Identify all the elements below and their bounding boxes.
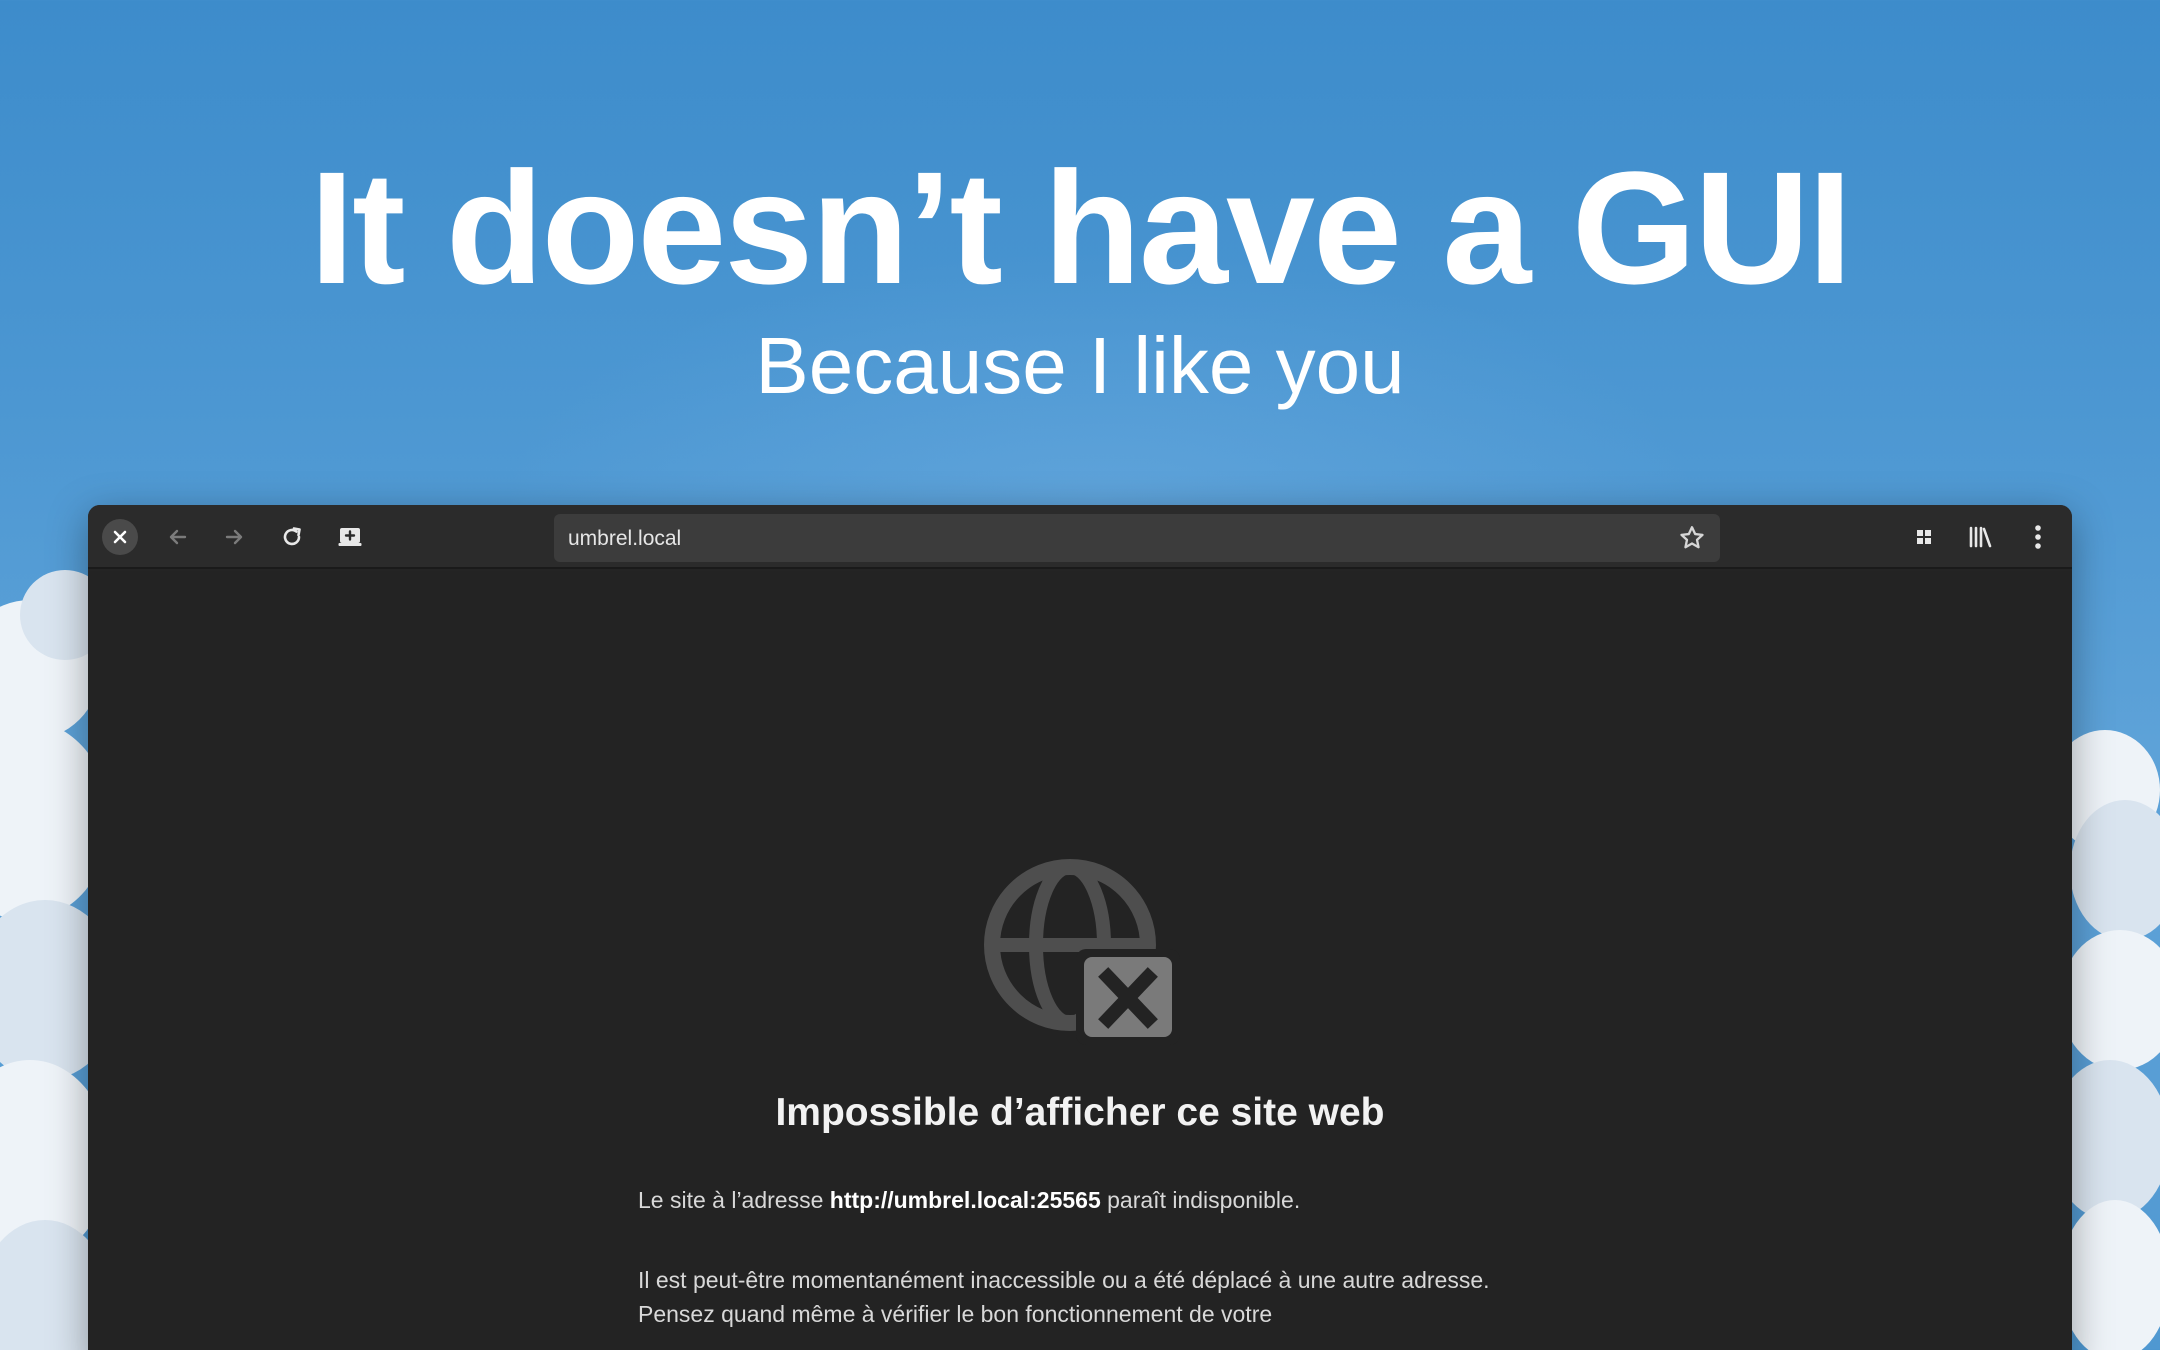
url-text[interactable]: umbrel.local [568,527,681,551]
add-tab-icon[interactable] [332,519,368,555]
kebab-menu-icon[interactable] [2020,519,2056,555]
library-icon[interactable] [1963,519,1999,555]
arrow-left-icon[interactable] [160,519,196,555]
error-suffix: paraît indisponible. [1100,1187,1301,1213]
star-icon[interactable] [1678,524,1706,552]
error-prefix: Le site à l’adresse [638,1187,830,1213]
arrow-right-icon[interactable] [216,519,252,555]
address-bar[interactable]: umbrel.local [554,514,1720,562]
browser-toolbar: umbrel.local [88,505,2072,569]
page-content: Impossible d’afficher ce site web Le sit… [88,571,2072,1350]
hero-title: It doesn’t have a GUI [309,138,1853,317]
reload-icon[interactable] [274,519,310,555]
grid-icon[interactable] [1906,519,1942,555]
close-icon[interactable] [102,519,138,555]
hero-subtitle: Because I like you [755,321,1405,410]
error-message-line1: Le site à l’adresse http://umbrel.local:… [638,1183,1538,1217]
globe-error-icon [984,859,1184,1049]
error-title: Impossible d’afficher ce site web [775,1091,1385,1134]
error-message-line2: Il est peut-être momentanément inaccessi… [638,1267,1490,1327]
browser-window: umbrel.local Impossible d’afficher ce si… [88,505,2072,1350]
error-url: http://umbrel.local:25565 [829,1187,1101,1213]
